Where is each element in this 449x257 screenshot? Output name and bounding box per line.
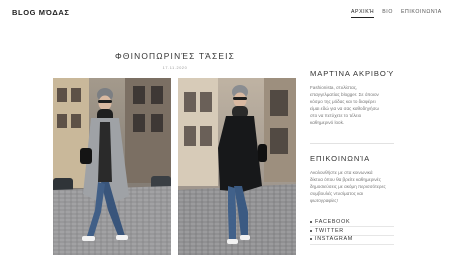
about-line: Fashionista, στυλίστας, <box>310 85 358 90</box>
nav-home-link[interactable]: ΑΡΧΙΚΉ <box>351 9 375 18</box>
instagram-label: INSTAGRAM <box>315 236 353 242</box>
contact-line: δίκτυα όπου θα βρείτε καθημερινές <box>310 177 381 183</box>
post-photo-grey-coat[interactable] <box>53 78 171 255</box>
site-header: BLOG ΜΌΔΑΣ ΑΡΧΙΚΉ ΒΙΟ ΕΠΙΚΟΙΝΩΝΊΑ <box>0 0 449 26</box>
twitter-label: TWITTER <box>315 228 344 234</box>
social-divider <box>310 244 394 245</box>
about-line: κόσμο της μόδας και το διαφέρει <box>310 99 376 105</box>
bullet-icon <box>310 230 312 232</box>
about-line: καθημερινό look. <box>310 120 345 126</box>
contact-line: δημοσιεύσεις με ακόμη περισσότερες <box>310 184 386 190</box>
twitter-link[interactable]: TWITTER <box>310 228 344 234</box>
black-coat-photo-image <box>178 78 296 255</box>
grey-coat-photo-image <box>53 78 171 255</box>
contact-text: Ακολουθήστε με στα κοινωνικά δίκτυα όπου… <box>310 169 400 204</box>
contact-heading: ΕΠΙΚΟΙΝΩΝΊΑ <box>310 154 371 163</box>
contact-line: συμβουλές ντυσίματος και <box>310 191 364 197</box>
social-divider <box>310 226 394 227</box>
main-nav: ΑΡΧΙΚΉ ΒΙΟ ΕΠΙΚΟΙΝΩΝΊΑ <box>351 9 442 18</box>
facebook-label: FACEBOOK <box>315 219 351 225</box>
post-title[interactable]: ΦΘΙΝΟΠΩΡΙΝΈΣ ΤΆΣΕΙΣ <box>53 51 297 61</box>
site-logo[interactable]: BLOG ΜΌΔΑΣ <box>12 8 70 17</box>
about-line: επαγγελματίας blogger. Σε όποιον <box>310 92 379 98</box>
nav-bio-link[interactable]: ΒΙΟ <box>382 9 393 18</box>
contact-line: φωτογραφίες! <box>310 198 338 204</box>
post-photo-black-coat[interactable] <box>178 78 296 255</box>
nav-contact-link[interactable]: ΕΠΙΚΟΙΝΩΝΊΑ <box>401 9 442 18</box>
bullet-icon <box>310 221 312 223</box>
sidebar-divider <box>310 143 394 144</box>
bullet-icon <box>310 238 312 240</box>
about-text: Fashionista, στυλίστας, επαγγελματίας bl… <box>310 84 400 127</box>
contact-line: Ακολουθήστε με στα κοινωνικά <box>310 170 373 175</box>
about-line: στο να πετύχετε το τέλειο <box>310 113 362 119</box>
instagram-link[interactable]: INSTAGRAM <box>310 236 353 242</box>
about-line: είμαι εδώ για να σας καθοδηγήσω <box>310 106 379 112</box>
about-heading: ΜΑΡΤΊΝΑ ΑΚΡΙΒΟΎ <box>310 69 395 78</box>
facebook-link[interactable]: FACEBOOK <box>310 219 350 225</box>
post-date: 17.11.2020 <box>162 66 188 70</box>
